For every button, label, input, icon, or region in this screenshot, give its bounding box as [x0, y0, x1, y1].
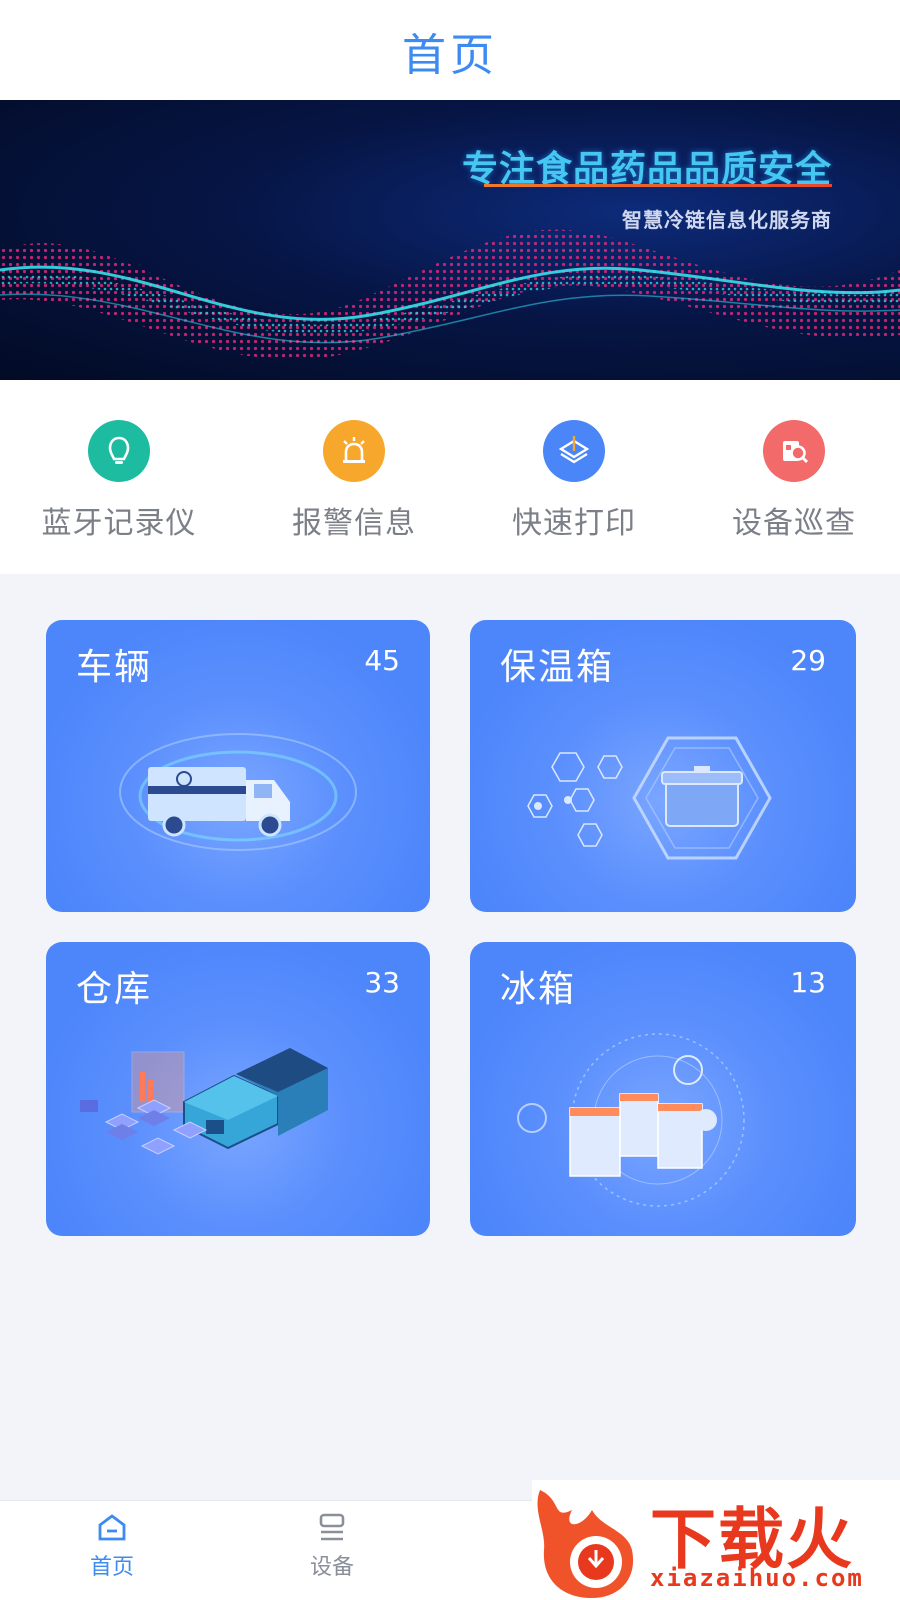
page-header: 首页 [0, 0, 900, 100]
card-title: 仓库 [76, 969, 153, 1010]
card-count: 29 [790, 644, 826, 677]
watermark-url: xiazaihuo.com [650, 1564, 864, 1592]
quick-action-label: 报警信息 [292, 506, 416, 541]
device-icon [272, 1511, 392, 1547]
card-title: 车辆 [76, 647, 153, 688]
card-count: 33 [364, 966, 400, 999]
alarm-light-icon [323, 420, 385, 482]
tab-device[interactable]: 设备 [272, 1511, 392, 1581]
category-card-cooler-box[interactable]: 保温箱 29 [470, 620, 856, 912]
inspection-search-icon [763, 420, 825, 482]
print-layers-icon [543, 420, 605, 482]
category-card-warehouse[interactable]: 仓库 33 [46, 942, 430, 1236]
banner-underline [484, 184, 832, 187]
home-icon [52, 1511, 172, 1547]
quick-actions: 蓝牙记录仪 报警信息 快速打印 设备巡查 [0, 380, 900, 574]
card-count: 45 [364, 644, 400, 677]
card-title: 冰箱 [500, 969, 577, 1010]
tab-label: 设备 [309, 1555, 354, 1580]
bluetooth-recorder-icon [88, 420, 150, 482]
quick-action-label: 蓝牙记录仪 [41, 506, 197, 541]
quick-action-label: 设备巡查 [732, 506, 856, 541]
watermark-logo: 下载火 xiazaihuo.com [532, 1480, 900, 1600]
quick-action-device-inspection[interactable]: 设备巡查 [684, 420, 900, 542]
page-title: 首页 [402, 30, 498, 81]
tab-home[interactable]: 首页 [52, 1511, 172, 1581]
quick-action-alarm-info[interactable]: 报警信息 [244, 420, 464, 542]
banner-subtitle: 智慧冷链信息化服务商 [622, 208, 832, 232]
promo-banner[interactable]: 专注食品药品品质安全 智慧冷链信息化服务商 [0, 100, 900, 380]
card-title: 保温箱 [500, 647, 615, 688]
card-count: 13 [790, 966, 826, 999]
category-card-vehicle[interactable]: 车辆 45 [46, 620, 430, 912]
category-card-refrigerator[interactable]: 冰箱 13 [470, 942, 856, 1236]
tab-label: 首页 [89, 1555, 134, 1580]
quick-action-quick-print[interactable]: 快速打印 [464, 420, 684, 542]
flame-logo-icon [537, 1490, 634, 1598]
quick-action-bluetooth-recorder[interactable]: 蓝牙记录仪 [9, 420, 229, 542]
quick-action-label: 快速打印 [512, 506, 636, 541]
